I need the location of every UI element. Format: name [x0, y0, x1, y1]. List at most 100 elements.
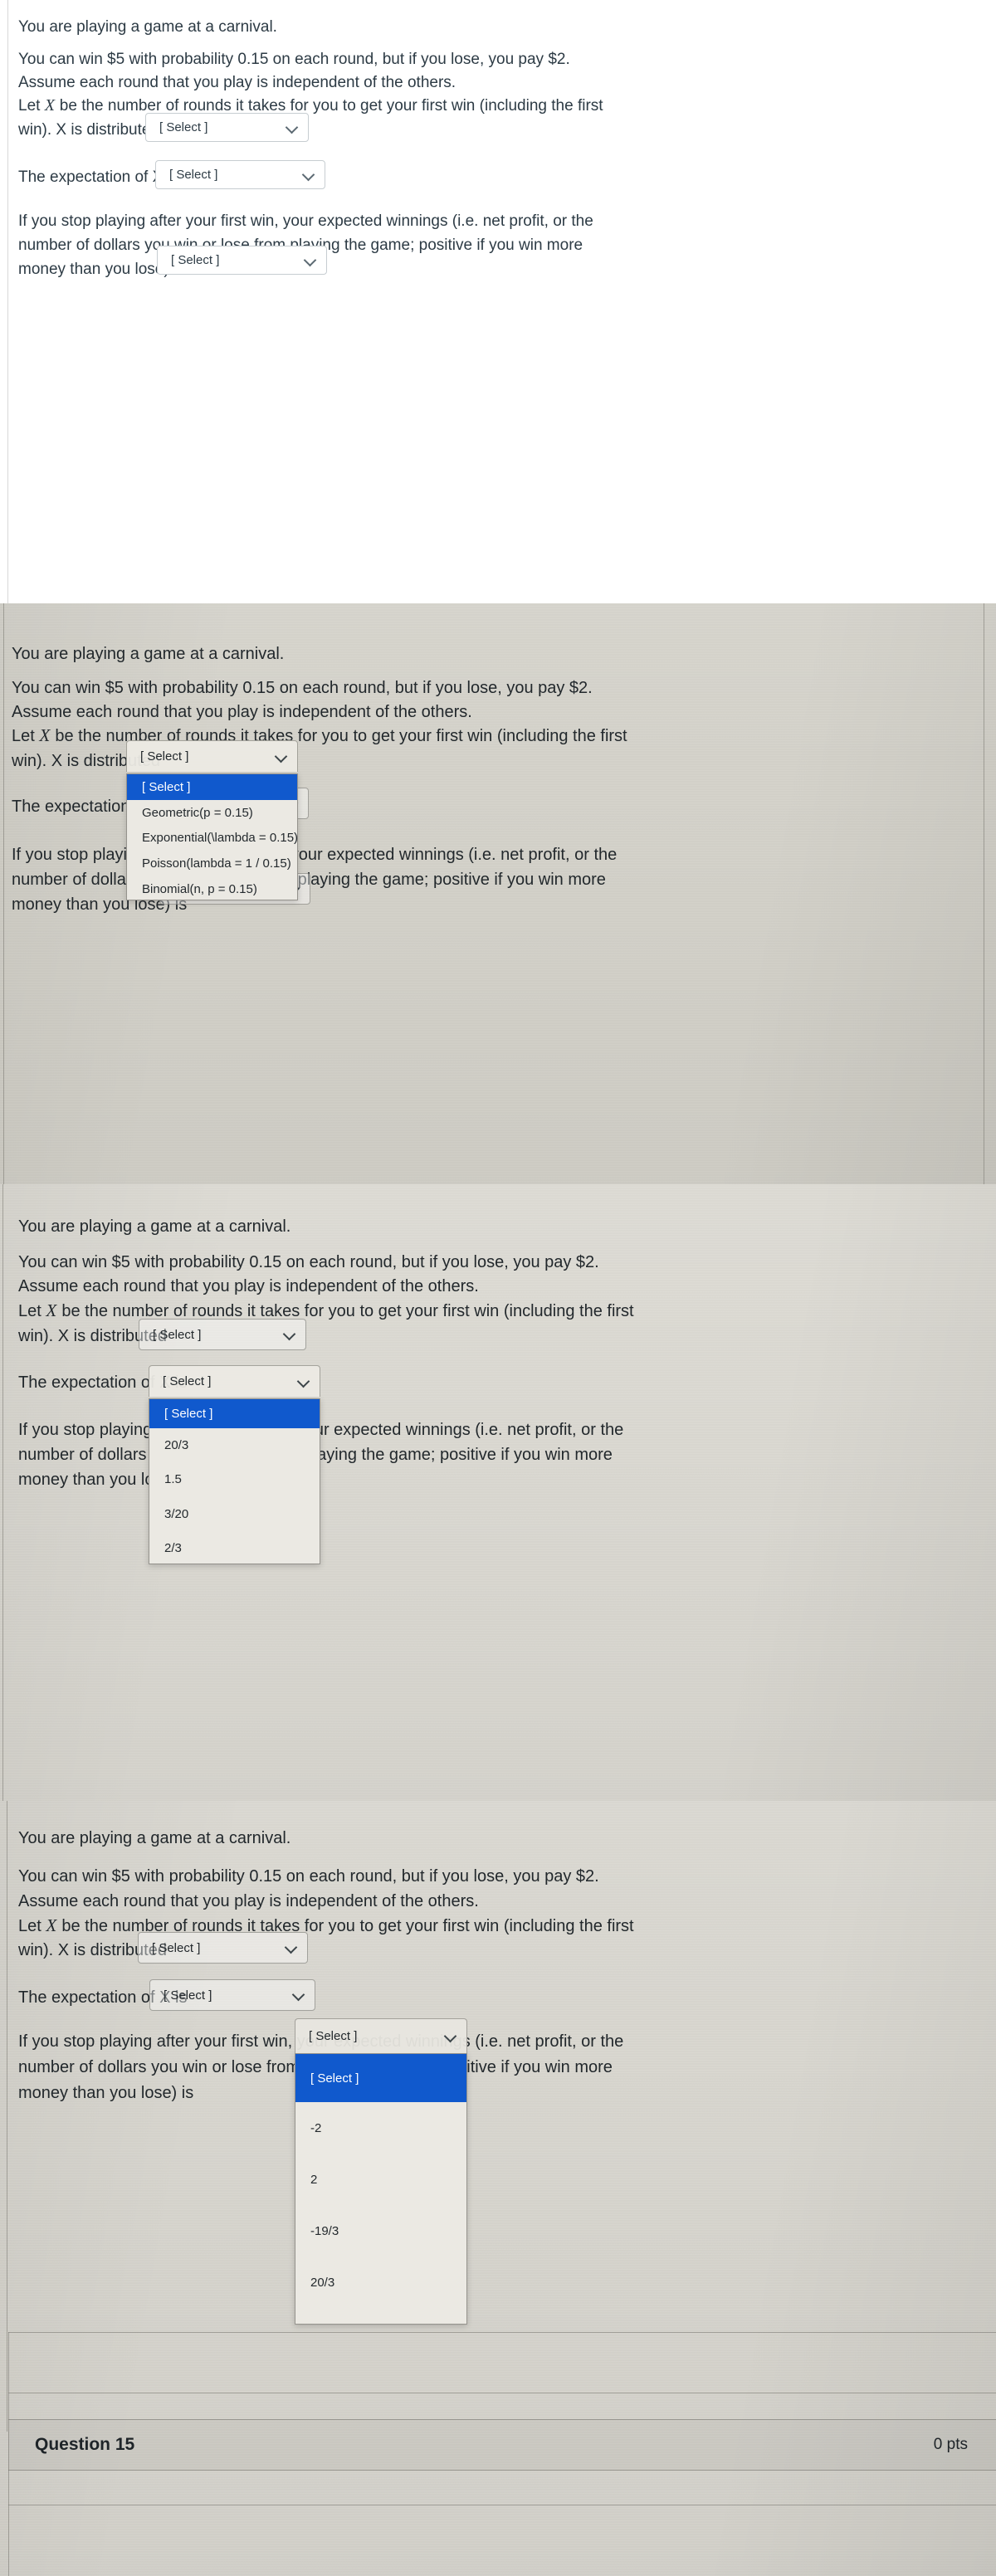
- dropdown-option[interactable]: 2: [295, 2154, 466, 2205]
- content-left-border: [3, 603, 4, 1184]
- intro-line: You are playing a game at a carnival.: [18, 18, 277, 36]
- dropdown-option[interactable]: Exponential(\lambda = 0.15): [127, 825, 298, 851]
- dropdown-option[interactable]: Poisson(lambda = 1 / 0.15): [127, 851, 297, 876]
- rules-line-2: Assume each round that you play is indep…: [18, 74, 456, 91]
- random-variable-x: X: [44, 96, 56, 115]
- dropdown-option[interactable]: 3/20: [149, 1496, 320, 1531]
- distribution-select[interactable]: [ Select ]: [145, 113, 309, 142]
- distribution-select[interactable]: [ Select ]: [126, 740, 298, 772]
- dropdown-option[interactable]: 20/3: [295, 2256, 466, 2308]
- chevron-down-icon: [284, 1940, 299, 1955]
- quiz-question-row[interactable]: Question 15 0 pts: [8, 2419, 996, 2471]
- dropdown-option[interactable]: [ Select ]: [127, 774, 297, 800]
- distribution-select-value: [ Select ]: [152, 1940, 201, 1955]
- definition-text: Let X be the number of rounds it takes f…: [18, 94, 603, 118]
- random-variable-x: X: [46, 1915, 57, 1935]
- definition-line-1: Let X be the number of rounds it takes f…: [12, 724, 627, 749]
- intro-text: You are playing a game at a carnival.: [18, 1216, 290, 1238]
- distributed-label: win). X is distributed: [18, 119, 159, 142]
- rules-line-2: Assume each round that you play is indep…: [18, 1277, 479, 1295]
- dropdown-option[interactable]: 2/3: [149, 1531, 320, 1564]
- winnings-text: If you stop playing after your first win…: [18, 1417, 623, 1492]
- expectation-select-value: [ Select ]: [169, 168, 218, 182]
- dropdown-option[interactable]: Geometric(p = 0.15): [127, 800, 297, 825]
- rules-text: You can win $5 with probability 0.15 on …: [18, 48, 570, 95]
- rules-text: You can win $5 with probability 0.15 on …: [18, 1864, 599, 1914]
- intro-line: You are playing a game at a carnival.: [18, 1829, 291, 1847]
- intro-line: You are playing a game at a carnival.: [18, 1217, 291, 1236]
- chevron-down-icon: [291, 1988, 306, 2003]
- panel-winnings-dropdown-open: You are playing a game at a carnival. Yo…: [0, 1801, 996, 2576]
- random-variable-x: X: [39, 725, 51, 745]
- dropdown-option[interactable]: 20/3: [149, 1428, 320, 1461]
- dropdown-option[interactable]: 1.5: [149, 1461, 320, 1496]
- winnings-line-1: If you stop playing after your first win…: [12, 846, 618, 864]
- definition-text: Let X be the number of rounds it takes f…: [18, 1299, 634, 1324]
- winnings-select-value: [ Select ]: [171, 253, 220, 267]
- intro-text: You are playing a game at a carnival.: [18, 1827, 290, 1850]
- distribution-select-value: [ Select ]: [140, 749, 189, 764]
- definition-line-1: Let X be the number of rounds it takes f…: [18, 1299, 634, 1324]
- definition-prefix: Let: [18, 1302, 46, 1320]
- distribution-dropdown-menu[interactable]: [ Select ] Geometric(p = 0.15) Exponenti…: [126, 773, 298, 900]
- definition-text: Let X be the number of rounds it takes f…: [12, 724, 627, 749]
- intro-text: You are playing a game at a carnival.: [18, 17, 277, 38]
- definition-prefix: Let: [18, 97, 45, 115]
- dropdown-option[interactable]: [ Select ]: [149, 1399, 320, 1428]
- rules-text: You can win $5 with probability 0.15 on …: [18, 1251, 599, 1299]
- intro-line: You are playing a game at a carnival.: [12, 645, 285, 663]
- dropdown-option[interactable]: -19/3: [295, 2205, 466, 2256]
- chevron-down-icon: [285, 120, 300, 135]
- chevron-down-icon: [443, 2029, 458, 2044]
- winnings-line-3: money than you lose) is: [12, 895, 188, 914]
- winnings-select[interactable]: [ Select ]: [157, 246, 327, 275]
- content-left-border: [2, 1184, 3, 1801]
- winnings-line-2: number of dollars you win or lose from p…: [12, 871, 606, 889]
- winnings-line-2: number of dollars you win or lose from p…: [18, 1446, 613, 1464]
- chevron-down-icon: [303, 253, 318, 268]
- chevron-down-icon: [274, 749, 289, 764]
- chevron-down-icon: [282, 1327, 297, 1342]
- distribution-select[interactable]: [ Select ]: [138, 1932, 308, 1964]
- rules-line-1: You can win $5 with probability 0.15 on …: [12, 679, 593, 697]
- winnings-line-3: money than you lose) is: [18, 1471, 194, 1489]
- dropdown-option[interactable]: Binomial(n, p = 0.15): [127, 876, 297, 901]
- definition-prefix: Let: [12, 727, 40, 745]
- section-divider-top: [8, 2332, 996, 2333]
- screenshot-root: You are playing a game at a carnival. Yo…: [0, 0, 996, 2576]
- question-points: 0 pts: [933, 2436, 968, 2453]
- chevron-down-icon: [296, 1374, 311, 1389]
- definition-rest: be the number of rounds it takes for you…: [56, 1302, 634, 1320]
- panel-clean-question: You are playing a game at a carnival. Yo…: [0, 0, 996, 603]
- definition-text: Let X be the number of rounds it takes f…: [18, 1913, 634, 1939]
- panel-expectation-dropdown-open: You are playing a game at a carnival. Yo…: [0, 1184, 996, 1801]
- dropdown-option[interactable]: [ Select ]: [295, 2054, 466, 2102]
- random-variable-x: X: [46, 1300, 57, 1320]
- definition-rest: be the number of rounds it takes for you…: [55, 97, 603, 115]
- expectation-select[interactable]: [ Select ]: [155, 160, 325, 189]
- panel-distribution-dropdown-open: You are playing a game at a carnival. Yo…: [0, 603, 996, 1184]
- winnings-line-1: If you stop playing after your first win…: [18, 1421, 624, 1439]
- expectation-select-value: [ Select ]: [163, 1374, 212, 1388]
- distribution-select-value: [ Select ]: [159, 120, 208, 134]
- definition-line-1: Let X be the number of rounds it takes f…: [18, 94, 603, 118]
- winnings-dropdown-menu[interactable]: [ Select ] -2 2 -19/3 20/3: [295, 2053, 467, 2325]
- winnings-text: If you stop playing after your first win…: [12, 842, 617, 917]
- dropdown-option[interactable]: -2: [295, 2102, 466, 2154]
- expectation-select[interactable]: [ Select ]: [149, 1365, 320, 1397]
- distribution-select-value: [ Select ]: [153, 1327, 202, 1342]
- distribution-select[interactable]: [ Select ]: [139, 1319, 306, 1350]
- chevron-down-icon: [301, 168, 316, 183]
- expectation-dropdown-menu[interactable]: [ Select ] 20/3 1.5 3/20 2/3: [149, 1398, 320, 1564]
- rules-line-2: Assume each round that you play is indep…: [12, 703, 472, 721]
- winnings-select[interactable]: [ Select ]: [295, 2018, 467, 2053]
- definition-prefix: Let: [18, 1917, 46, 1935]
- rules-line-1: You can win $5 with probability 0.15 on …: [18, 1867, 599, 1886]
- expectation-select[interactable]: [ Select ]: [149, 1979, 315, 2011]
- winnings-line-1: If you stop playing after your first win…: [18, 212, 593, 230]
- content-left-border: [7, 0, 8, 603]
- rules-line-1: You can win $5 with probability 0.15 on …: [18, 1253, 599, 1271]
- expectation-select-value: [ Select ]: [164, 1988, 212, 2003]
- question-title: Question 15: [35, 2435, 135, 2454]
- distributed-line: win). X is distributed: [18, 121, 160, 139]
